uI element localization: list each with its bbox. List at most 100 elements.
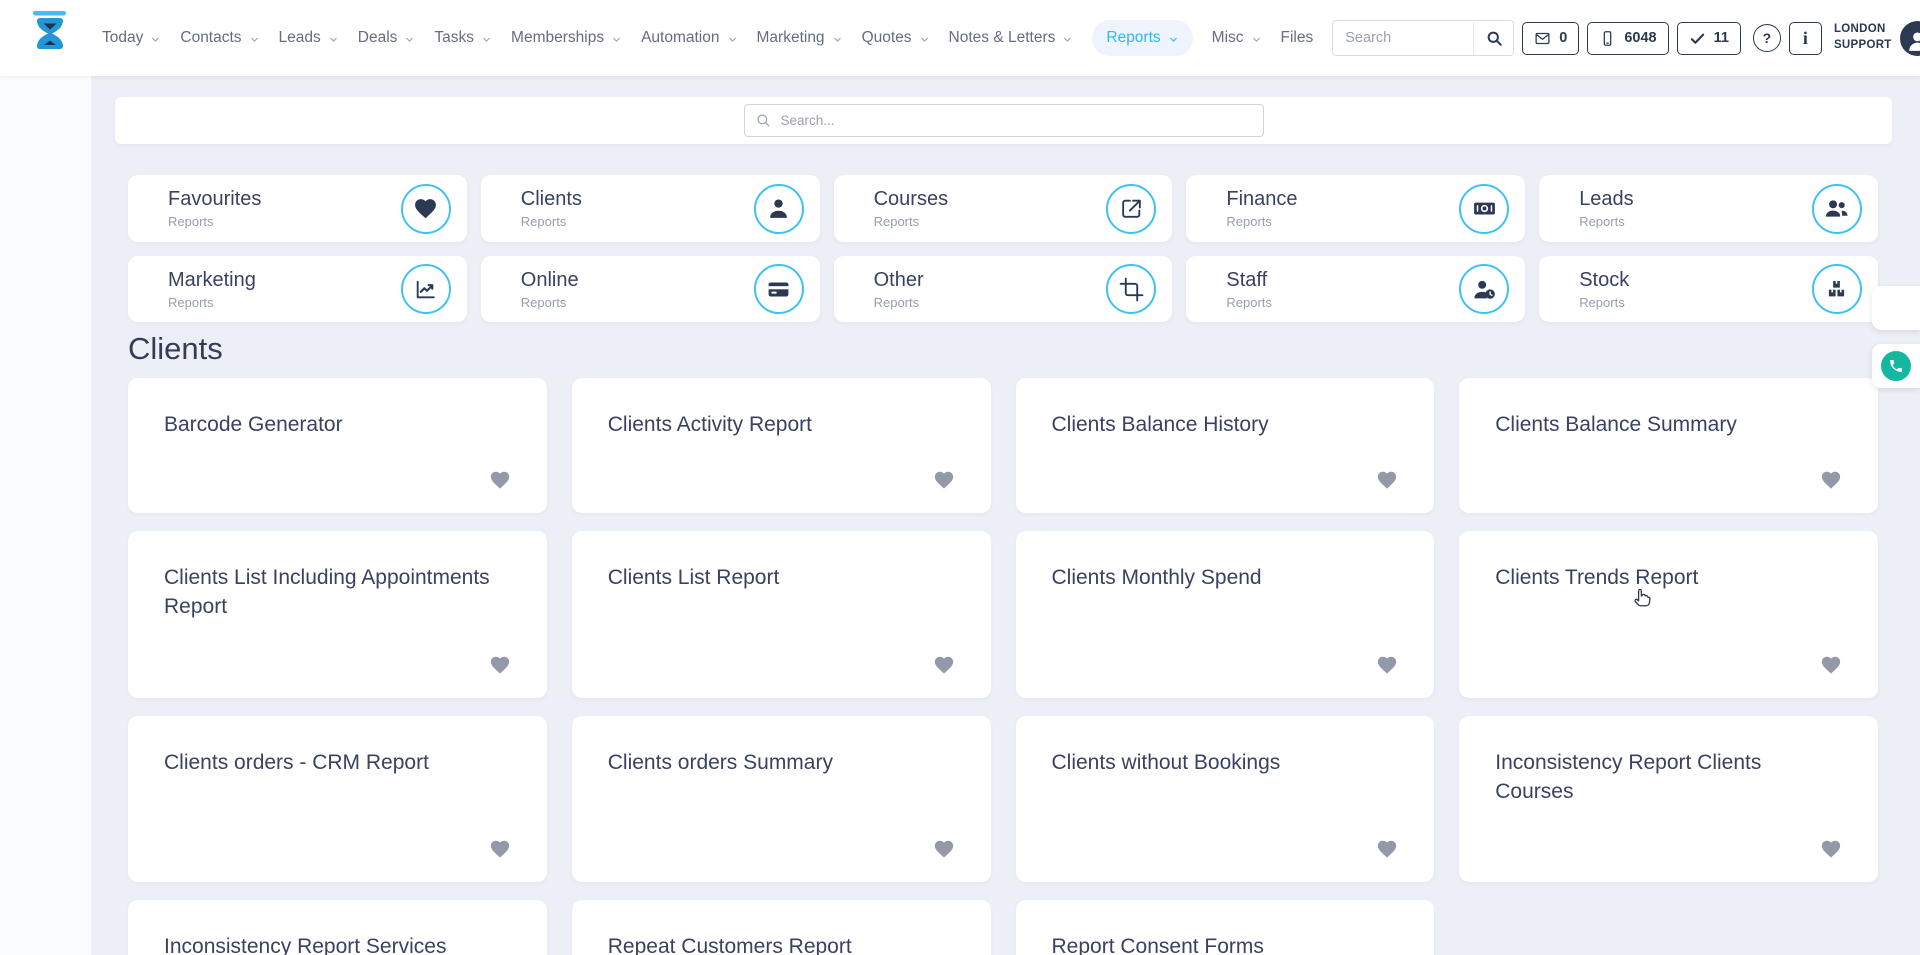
favourite-heart-icon[interactable] <box>489 838 511 860</box>
report-card-clients-trends-report[interactable]: Clients Trends Report <box>1459 531 1878 698</box>
favourite-heart-icon[interactable] <box>1820 469 1842 491</box>
report-card-clients-balance-summary[interactable]: Clients Balance Summary <box>1459 378 1878 513</box>
nav-item-misc[interactable]: Misc <box>1212 20 1262 56</box>
nav-item-leads[interactable]: Leads <box>279 20 339 56</box>
nav-item-automation[interactable]: Automation <box>641 20 737 56</box>
nav-item-label: Leads <box>279 29 321 47</box>
sidebar-item-bag-download[interactable] <box>33 297 59 323</box>
category-card-courses[interactable]: CoursesReports <box>834 175 1173 242</box>
category-icon-circle <box>1812 264 1862 314</box>
messages-badge-button[interactable]: 0 <box>1522 22 1579 55</box>
search-icon <box>755 112 771 128</box>
favourite-heart-icon[interactable] <box>933 469 955 491</box>
sidebar-item-calendar[interactable] <box>33 120 59 146</box>
report-card-inconsistency-report-clients-courses[interactable]: Inconsistency Report Clients Courses <box>1459 716 1878 882</box>
credit-card-icon <box>766 277 791 302</box>
category-icon-circle <box>401 264 451 314</box>
sidebar-item-cube[interactable] <box>33 179 59 205</box>
sidebar-item-history[interactable] <box>33 356 59 382</box>
category-icon-circle <box>754 264 804 314</box>
sidebar-item-price-tag[interactable] <box>33 533 59 559</box>
category-card-leads[interactable]: LeadsReports <box>1539 175 1878 242</box>
sidebar-item-lock[interactable] <box>33 710 59 736</box>
sms-badge-button[interactable]: 6048 <box>1587 22 1668 55</box>
favourite-heart-icon[interactable] <box>1820 838 1842 860</box>
reports-search-input[interactable] <box>744 104 1264 137</box>
favourite-heart-icon[interactable] <box>489 469 511 491</box>
category-card-clients[interactable]: ClientsReports <box>481 175 820 242</box>
nav-item-reports[interactable]: Reports <box>1092 20 1192 56</box>
whatsapp-tab[interactable] <box>1872 344 1920 388</box>
nav-item-today[interactable]: Today <box>102 20 161 56</box>
report-title: Clients Trends Report <box>1495 564 1842 593</box>
report-card-clients-without-bookings[interactable]: Clients without Bookings <box>1016 716 1435 882</box>
favourite-heart-icon[interactable] <box>1376 838 1398 860</box>
favourite-heart-icon[interactable] <box>489 654 511 676</box>
icon-sidebar <box>0 76 92 955</box>
smartphone-icon <box>1599 30 1616 47</box>
nav-item-marketing[interactable]: Marketing <box>757 20 843 56</box>
main-content: FavouritesReportsClientsReportsCoursesRe… <box>92 76 1920 955</box>
sidebar-item-gift[interactable] <box>33 415 59 441</box>
report-title: Clients orders Summary <box>608 749 955 778</box>
app-logo-icon[interactable] <box>28 10 72 66</box>
nav-item-files[interactable]: Files <box>1281 20 1314 56</box>
sidebar-item-cart[interactable] <box>33 474 59 500</box>
favourite-heart-icon[interactable] <box>1376 469 1398 491</box>
favourite-heart-icon[interactable] <box>933 838 955 860</box>
report-card-clients-list-including-appointments-report[interactable]: Clients List Including Appointments Repo… <box>128 531 547 698</box>
nav-item-memberships[interactable]: Memberships <box>511 20 622 56</box>
category-card-stock[interactable]: StockReports <box>1539 256 1878 322</box>
report-card-clients-activity-report[interactable]: Clients Activity Report <box>572 378 991 513</box>
category-card-online[interactable]: OnlineReports <box>481 256 820 322</box>
nav-item-label: Today <box>102 29 143 47</box>
chevron-down-icon <box>404 34 415 45</box>
favourite-heart-icon[interactable] <box>933 654 955 676</box>
header-right-cluster: 0604811 ? i LONDON SUPPORT <box>1332 20 1920 56</box>
sidebar-item-copy[interactable] <box>33 238 59 264</box>
nav-item-deals[interactable]: Deals <box>358 20 416 56</box>
report-title: Clients orders - CRM Report <box>164 749 511 778</box>
report-card-clients-monthly-spend[interactable]: Clients Monthly Spend <box>1016 531 1435 698</box>
report-card-clients-balance-history[interactable]: Clients Balance History <box>1016 378 1435 513</box>
messages-badge-count: 0 <box>1559 30 1567 46</box>
tasks-badge-count: 11 <box>1714 30 1729 46</box>
report-card-clients-orders-summary[interactable]: Clients orders Summary <box>572 716 991 882</box>
header-search-button[interactable] <box>1473 21 1513 55</box>
category-card-favourites[interactable]: FavouritesReports <box>128 175 467 242</box>
nav-item-label: Files <box>1281 29 1314 47</box>
report-title: Clients without Bookings <box>1052 749 1399 778</box>
avatar[interactable] <box>1900 21 1920 56</box>
report-card-clients-list-report[interactable]: Clients List Report <box>572 531 991 698</box>
category-card-marketing[interactable]: MarketingReports <box>128 256 467 322</box>
category-card-finance[interactable]: FinanceReports <box>1186 175 1525 242</box>
category-icon-circle <box>1459 264 1509 314</box>
report-card-report-consent-forms[interactable]: Report Consent Forms <box>1016 900 1435 955</box>
info-button[interactable]: i <box>1789 22 1822 55</box>
cart-tab[interactable] <box>1872 286 1920 330</box>
help-button[interactable]: ? <box>1753 24 1781 52</box>
nav-item-quotes[interactable]: Quotes <box>862 20 930 56</box>
chevron-down-icon <box>1251 34 1262 45</box>
sidebar-item-document-chart[interactable] <box>33 592 59 618</box>
header-search-input[interactable] <box>1333 30 1473 46</box>
nav-item-notes-letters[interactable]: Notes & Letters <box>949 20 1074 56</box>
report-card-repeat-customers-report[interactable]: Repeat Customers Report <box>572 900 991 955</box>
favourite-heart-icon[interactable] <box>1820 654 1842 676</box>
report-title: Clients Balance History <box>1052 411 1399 440</box>
report-card-inconsistency-report-services[interactable]: Inconsistency Report Services <box>128 900 547 955</box>
report-card-barcode-generator[interactable]: Barcode Generator <box>128 378 547 513</box>
nav-item-label: Notes & Letters <box>949 29 1056 47</box>
sidebar-item-person-sync[interactable] <box>33 651 59 677</box>
nav-item-tasks[interactable]: Tasks <box>434 20 492 56</box>
check-icon <box>1689 30 1706 47</box>
nav-item-contacts[interactable]: Contacts <box>180 20 259 56</box>
envelope-icon <box>1534 30 1551 47</box>
tasks-badge-button[interactable]: 11 <box>1677 22 1741 55</box>
category-card-other[interactable]: OtherReports <box>834 256 1173 322</box>
report-title: Clients Activity Report <box>608 411 955 440</box>
favourite-heart-icon[interactable] <box>1376 654 1398 676</box>
category-card-staff[interactable]: StaffReports <box>1186 256 1525 322</box>
report-card-clients-orders-crm-report[interactable]: Clients orders - CRM Report <box>128 716 547 882</box>
heart-icon <box>413 196 438 221</box>
